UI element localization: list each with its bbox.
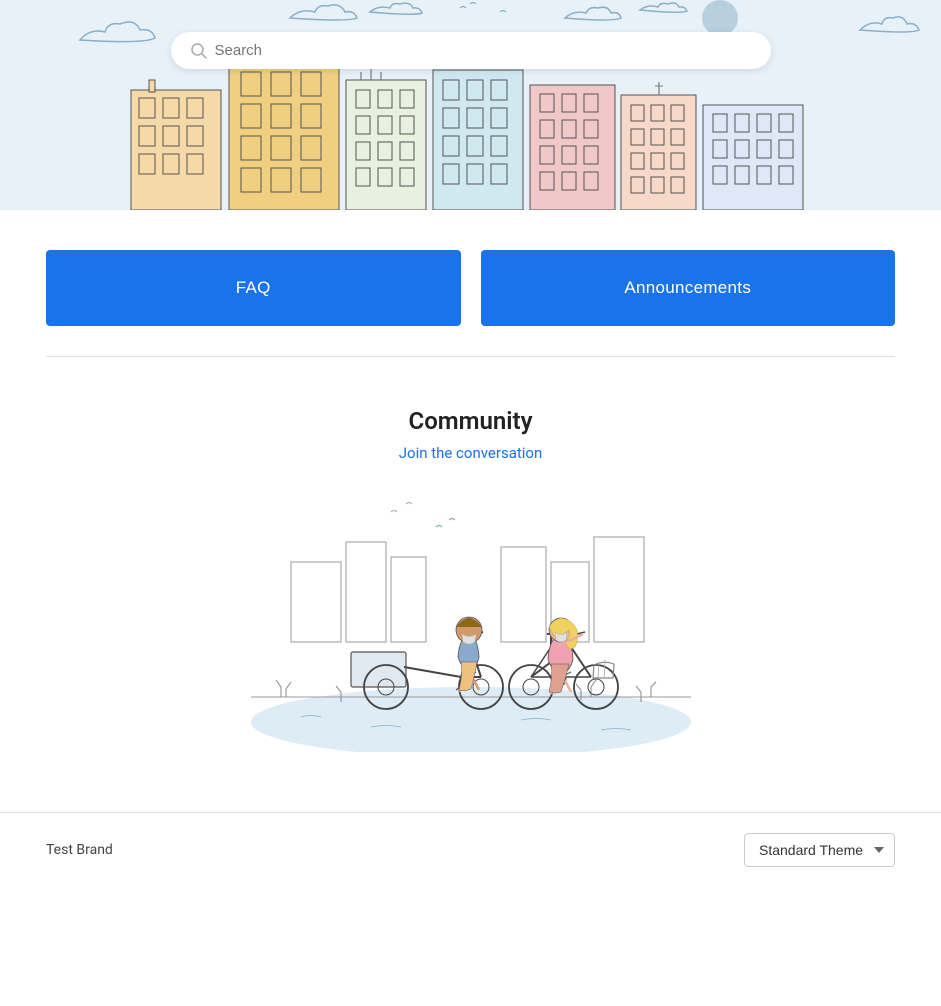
theme-select[interactable]: Standard Theme Dark Theme Light Theme bbox=[744, 833, 895, 867]
announcements-button[interactable]: Announcements bbox=[481, 250, 896, 326]
theme-selector: Standard Theme Dark Theme Light Theme bbox=[744, 833, 895, 867]
search-bar-container bbox=[171, 32, 771, 69]
community-title: Community bbox=[46, 407, 895, 435]
city-illustration bbox=[121, 50, 821, 210]
main-content: FAQ Announcements Community Join the con… bbox=[0, 210, 941, 812]
search-icon bbox=[191, 43, 207, 59]
brand-label: Test Brand bbox=[46, 842, 113, 858]
faq-button[interactable]: FAQ bbox=[46, 250, 461, 326]
search-input[interactable] bbox=[215, 42, 751, 59]
join-conversation-link[interactable]: Join the conversation bbox=[399, 444, 543, 462]
community-section: Community Join the conversation bbox=[46, 387, 895, 812]
search-bar bbox=[171, 32, 771, 69]
buttons-row: FAQ Announcements bbox=[46, 250, 895, 326]
hero-section bbox=[0, 0, 941, 210]
community-illustration bbox=[221, 482, 721, 752]
footer: Test Brand Standard Theme Dark Theme Lig… bbox=[0, 812, 941, 887]
section-divider bbox=[46, 356, 895, 357]
